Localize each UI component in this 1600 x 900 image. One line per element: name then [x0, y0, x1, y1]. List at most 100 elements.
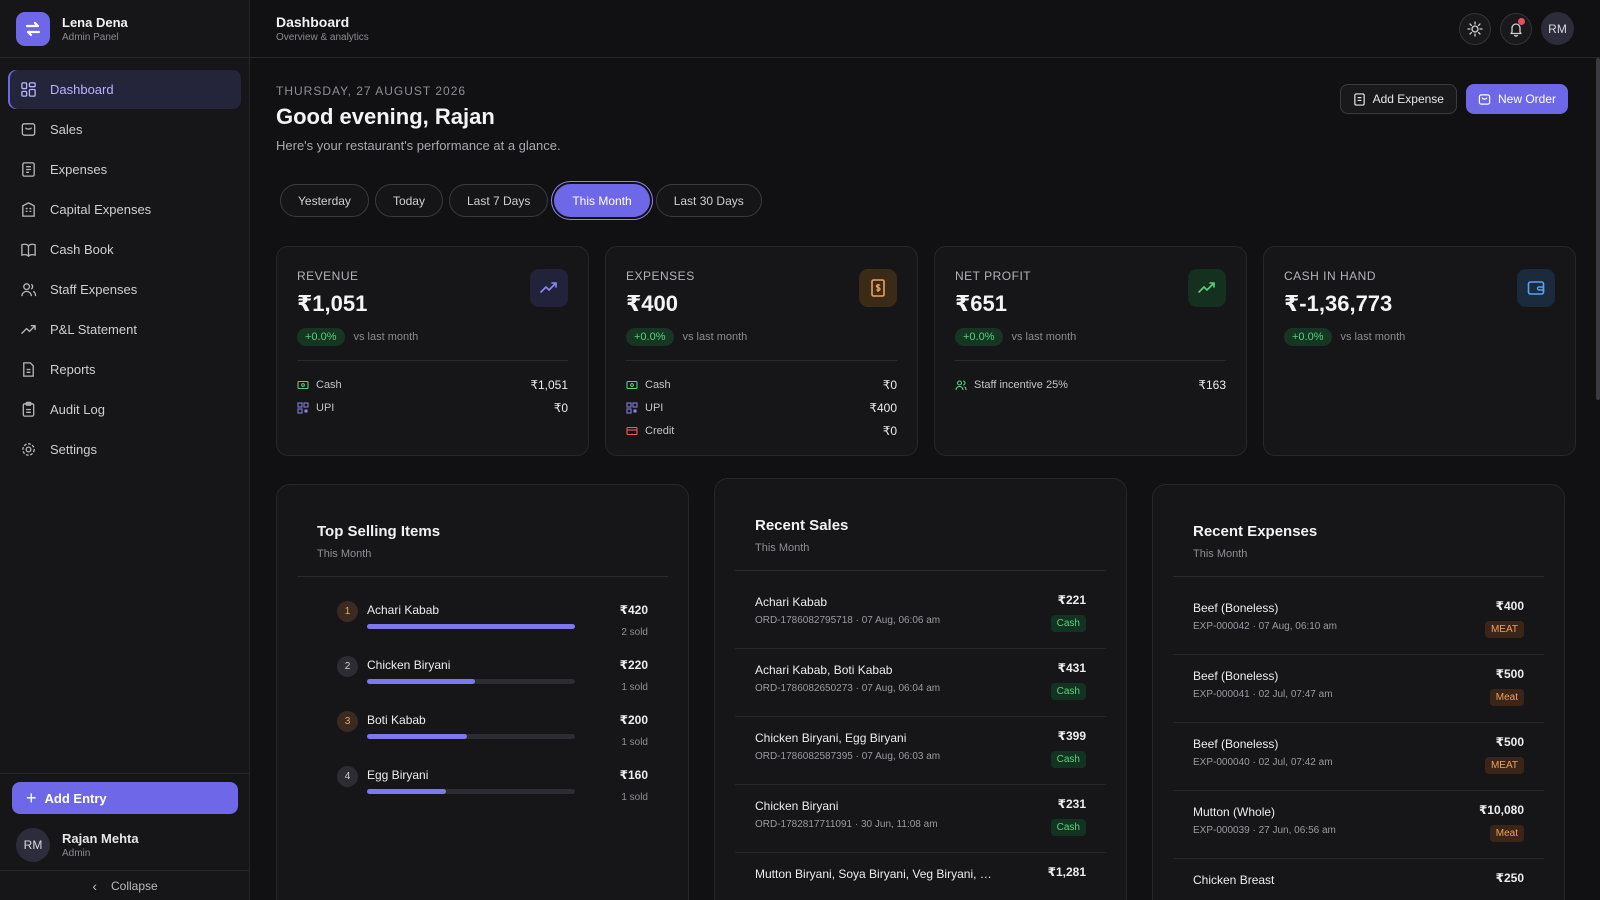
breakdown-value: ₹0 [882, 377, 897, 392]
breakdown-label: Credit [645, 424, 675, 437]
table-row[interactable]: Beef (Boneless) EXP-000042 · 07 Aug, 06:… [1173, 587, 1544, 655]
theme-toggle-button[interactable] [1459, 12, 1491, 45]
table-row[interactable]: Beef (Boneless) EXP-000041 · 02 Jul, 07:… [1173, 655, 1544, 723]
trend-up-icon [1188, 269, 1226, 307]
cash-in-hand-card: CASH IN HAND ₹-1,36,773 +0.0% vs last mon… [1263, 246, 1576, 456]
expense-meta: EXP-000041 · 02 Jul, 07:47 am [1193, 689, 1333, 700]
notification-dot [1518, 17, 1525, 25]
category-badge: MEAT [1484, 621, 1524, 638]
share-bar [367, 789, 575, 794]
table-row[interactable]: Chicken Breast ₹250 [1173, 859, 1544, 900]
list-item[interactable]: 1 Achari Kabab ₹420 2 sold [337, 601, 648, 656]
sidebar-item-staff-expenses[interactable]: Staff Expenses [8, 270, 241, 309]
sale-meta: ORD-1786082795718 · 07 Aug, 06:06 am [755, 615, 941, 626]
list-item[interactable]: 3 Boti Kabab ₹200 1 sold [337, 711, 648, 766]
expense-amount: ₹250 [1495, 871, 1524, 885]
sidebar-item-label: Dashboard [50, 82, 114, 97]
sidebar-item-dashboard[interactable]: Dashboard [8, 70, 241, 109]
category-badge: MEAT [1484, 757, 1524, 774]
change-badge: +0.0% [1284, 328, 1332, 346]
table-row[interactable]: Chicken Biryani ORD-1782817711091 · 30 J… [735, 785, 1106, 853]
payment-badge: Cash [1050, 615, 1086, 632]
payment-badge: Cash [1050, 683, 1086, 700]
receipt-icon [1353, 92, 1365, 106]
sidebar-item-pl-statement[interactable]: P&L Statement [8, 310, 241, 349]
net-profit-card: NET PROFIT ₹651 +0.0% vs last month Staff… [934, 246, 1247, 456]
table-row[interactable]: Mutton (Whole) EXP-000039 · 27 Jun, 06:5… [1173, 791, 1544, 859]
recent-sales-list: Achari Kabab ORD-1786082795718 · 07 Aug,… [715, 571, 1126, 900]
expense-amount: ₹500 [1495, 735, 1524, 749]
sidebar-item-label: Sales [50, 122, 83, 137]
notifications-button[interactable] [1500, 12, 1532, 45]
table-row[interactable]: Achari Kabab ORD-1786082795718 · 07 Aug,… [735, 581, 1106, 649]
brand[interactable]: Lena Dena Admin Panel [0, 0, 249, 58]
avatar: RM [16, 828, 50, 862]
expense-item: Chicken Breast [1193, 873, 1275, 887]
collapse-label: Collapse [110, 878, 158, 893]
sales-icon [21, 123, 36, 136]
filter-this-month[interactable]: This Month [554, 184, 650, 217]
filter-today[interactable]: Today [374, 184, 443, 217]
sidebar-item-capital-expenses[interactable]: Capital Expenses [8, 190, 241, 229]
sidebar-item-reports[interactable]: Reports [8, 350, 241, 389]
list-item[interactable]: 4 Egg Biryani ₹160 1 sold [337, 766, 648, 821]
filter-last-7-days[interactable]: Last 7 Days [448, 184, 549, 217]
sidebar: Lena Dena Admin Panel Dashboard Sales Ex… [0, 0, 250, 900]
payment-badge: Cash [1050, 751, 1086, 768]
header-avatar[interactable]: RM [1541, 12, 1574, 45]
gear-icon [22, 443, 35, 456]
change-badge: +0.0% [626, 328, 674, 346]
breakdown-value: ₹400 [869, 400, 897, 415]
change-caption: vs last month [1011, 331, 1077, 343]
sale-amount: ₹431 [1057, 661, 1086, 675]
revenue-card: REVENUE ₹1,051 +0.0% vs last month Cash ₹… [276, 246, 589, 456]
dashboard-icon [21, 82, 36, 97]
breakdown-label: UPI [316, 401, 335, 414]
top-selling-list: 1 Achari Kabab ₹420 2 sold 2 Chicken Bir… [277, 577, 688, 821]
category-badge: Meat [1489, 825, 1524, 842]
chevron-left-icon: ‹ [92, 877, 97, 894]
share-bar-fill [367, 789, 447, 794]
sale-items: Chicken Biryani, Egg Biryani [755, 731, 907, 745]
new-order-button[interactable]: New Order [1465, 84, 1568, 114]
brand-name: Lena Dena [62, 14, 128, 30]
stat-value: ₹651 [955, 291, 1008, 316]
sale-amount: ₹231 [1057, 797, 1086, 811]
current-user[interactable]: RM Rajan Mehta Admin [0, 814, 250, 870]
add-entry-label: Add Entry [44, 790, 107, 806]
greeting: THURSDAY, 27 AUGUST 2026 Good evening, R… [276, 84, 561, 153]
scrollbar[interactable] [1596, 58, 1600, 400]
recent-expenses-list: Beef (Boneless) EXP-000042 · 07 Aug, 06:… [1153, 577, 1564, 900]
filter-yesterday[interactable]: Yesterday [280, 184, 369, 217]
table-row[interactable]: Chicken Biryani, Egg Biryani ORD-1786082… [735, 717, 1106, 785]
sidebar-item-cash-book[interactable]: Cash Book [8, 230, 241, 269]
table-row[interactable]: Mutton Biryani, Soya Biryani, Veg Biryan… [735, 853, 1106, 900]
sidebar-item-expenses[interactable]: Expenses [8, 150, 241, 189]
sun-icon [1467, 20, 1483, 37]
add-expense-label: Add Expense [1372, 92, 1444, 106]
sale-items: Achari Kabab, Boti Kabab [755, 663, 893, 677]
capital-icon [22, 202, 35, 217]
add-entry-button[interactable]: + Add Entry [12, 782, 238, 814]
receipt-icon [859, 269, 897, 307]
collapse-button[interactable]: ‹ Collapse [0, 870, 250, 900]
change-badge: +0.0% [955, 328, 1003, 346]
sidebar-item-settings[interactable]: Settings [8, 430, 241, 469]
item-amount: ₹160 [619, 768, 648, 782]
list-item[interactable]: 2 Chicken Biryani ₹220 1 sold [337, 656, 648, 711]
sidebar-item-sales[interactable]: Sales [8, 110, 241, 149]
add-expense-button[interactable]: Add Expense [1339, 84, 1457, 114]
breakdown-label: Staff incentive 25% [974, 378, 1068, 391]
expense-meta: EXP-000042 · 07 Aug, 06:10 am [1193, 621, 1337, 632]
plus-icon: + [26, 788, 37, 808]
panel-title: Recent Expenses [1193, 523, 1318, 540]
panel-subtitle: This Month [755, 542, 810, 554]
sale-meta: ORD-1786082650273 · 07 Aug, 06:04 am [755, 683, 941, 694]
table-row[interactable]: Achari Kabab, Boti Kabab ORD-17860826502… [735, 649, 1106, 717]
filter-last-30-days[interactable]: Last 30 Days [655, 184, 762, 217]
table-row[interactable]: Beef (Boneless) EXP-000040 · 02 Jul, 07:… [1173, 723, 1544, 791]
sidebar-item-audit-log[interactable]: Audit Log [8, 390, 241, 429]
staff-icon [21, 283, 37, 297]
sidebar-nav: Dashboard Sales Expenses Capital Expense… [0, 58, 249, 482]
stat-value: ₹400 [626, 291, 679, 316]
